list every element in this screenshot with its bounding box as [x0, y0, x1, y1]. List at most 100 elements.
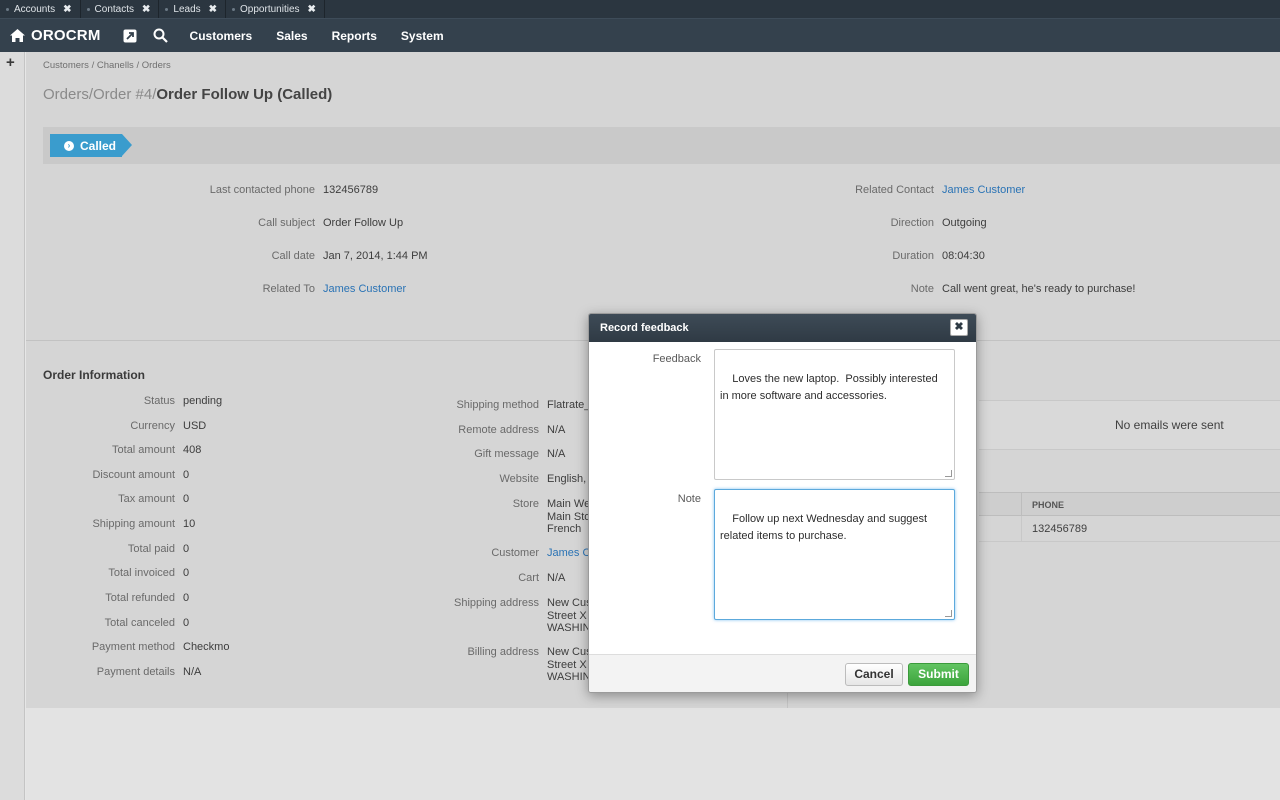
drag-handle-icon — [86, 7, 90, 11]
drag-handle-icon — [232, 7, 236, 11]
close-icon[interactable]: ✖ — [142, 4, 150, 15]
phone-value: 132456789 — [1032, 523, 1088, 535]
close-icon[interactable]: ✖ — [308, 4, 316, 15]
field-label: Payment method — [91, 641, 175, 653]
record-feedback-dialog: Record feedback ✖ Feedback Loves the new… — [588, 313, 977, 693]
title-order-link[interactable]: Order #4 — [93, 86, 152, 103]
field-value: New Cus Street X WASHIN — [547, 646, 592, 683]
field-label: Store — [512, 498, 539, 510]
search-icon[interactable] — [153, 28, 168, 43]
field-value: Order Follow Up — [323, 217, 404, 229]
status-tag: › Called — [50, 134, 132, 157]
pinned-tab-accounts[interactable]: Accounts ✖ — [0, 0, 81, 18]
field-value: pending — [183, 395, 223, 407]
menu-reports[interactable]: Reports — [332, 29, 377, 43]
main-menu: Customers Sales Reports System — [190, 29, 468, 43]
field-value: 08:04:30 — [942, 250, 985, 262]
add-icon[interactable]: + — [6, 54, 15, 71]
field-label: Shipping amount — [92, 518, 175, 530]
close-icon[interactable]: ✖ — [209, 4, 217, 15]
field-value: Call went great, he's ready to purchase! — [942, 283, 1136, 295]
field-value: N/A — [547, 448, 566, 460]
phones-table-header: PHONE — [979, 492, 1280, 517]
field-label: Total refunded — [105, 592, 175, 604]
title-current: Order Follow Up (Called) — [156, 86, 333, 103]
note-textarea[interactable]: Follow up next Wednesday and suggest rel… — [714, 489, 955, 620]
field-value: 10 — [183, 518, 196, 530]
field-value: Flatrate_ — [547, 399, 591, 411]
column-header-phone[interactable]: PHONE — [1032, 500, 1064, 510]
resize-handle-icon[interactable] — [945, 610, 952, 617]
drag-handle-icon — [165, 7, 169, 11]
emails-empty-message: No emails were sent — [1115, 418, 1224, 432]
top-navigation: OROCRM Customers Sales Reports System — [0, 18, 1280, 52]
side-rail: + — [0, 52, 25, 800]
field-value: 0 — [183, 592, 190, 604]
pinned-tabs-bar: Accounts ✖ Contacts ✖ Leads ✖ Opportunit… — [0, 0, 1280, 18]
pinned-tab-contacts[interactable]: Contacts ✖ — [81, 0, 160, 18]
field-value: 0 — [183, 543, 190, 555]
field-label: Gift message — [474, 448, 539, 460]
note-text: Follow up next Wednesday and suggest rel… — [720, 513, 931, 542]
related-contact-link[interactable]: James Customer — [942, 184, 1025, 196]
field-value: Outgoing — [942, 217, 987, 229]
field-label: Shipping address — [453, 597, 539, 609]
field-label: Call subject — [258, 217, 315, 229]
column-divider — [1021, 516, 1022, 542]
feedback-textarea[interactable]: Loves the new laptop. Possibly intereste… — [714, 349, 955, 480]
field-value: N/A — [547, 572, 566, 584]
field-label: Total invoiced — [108, 567, 175, 579]
field-label: Remote address — [458, 424, 539, 436]
field-label: Related To — [262, 283, 315, 295]
field-label: Call date — [271, 250, 315, 262]
breadcrumb[interactable]: Customers / Chanells / Orders — [43, 60, 171, 71]
field-value: Jan 7, 2014, 1:44 PM — [323, 250, 428, 262]
field-label: Total amount — [112, 444, 175, 456]
brand-name: OROCRM — [31, 27, 101, 44]
field-value: New Cus Street X WASHIN — [547, 597, 592, 634]
field-value: Main We Main Sto French — [547, 498, 591, 535]
dialog-title: Record feedback — [600, 322, 689, 334]
field-label: Customer — [491, 547, 539, 559]
submit-button[interactable]: Submit — [908, 663, 969, 686]
note-label: Note — [677, 493, 701, 505]
shortcut-icon[interactable] — [123, 29, 137, 43]
close-icon[interactable]: ✖ — [63, 4, 71, 15]
pinned-tab-label: Leads — [173, 3, 201, 15]
field-label: Last contacted phone — [209, 184, 315, 196]
menu-system[interactable]: System — [401, 29, 444, 43]
field-label: Discount amount — [92, 469, 175, 481]
field-label: Duration — [892, 250, 934, 262]
field-value: 0 — [183, 617, 190, 629]
chevron-right-icon: › — [64, 140, 74, 151]
field-value: 0 — [183, 567, 190, 579]
brand-logo[interactable]: OROCRM — [0, 27, 101, 44]
pinned-tab-leads[interactable]: Leads ✖ — [159, 0, 227, 18]
resize-handle-icon[interactable] — [945, 470, 952, 477]
cancel-button[interactable]: Cancel — [845, 663, 903, 686]
related-to-link[interactable]: James Customer — [323, 283, 406, 295]
pinned-tab-opportunities[interactable]: Opportunities ✖ — [226, 0, 325, 18]
customer-link[interactable]: James C — [547, 547, 590, 559]
page-bottom — [26, 708, 1280, 800]
field-label: Total paid — [127, 543, 175, 555]
drag-handle-icon — [6, 7, 9, 11]
field-label: Payment details — [96, 666, 175, 678]
field-label: Billing address — [467, 646, 539, 658]
close-icon[interactable]: ✖ — [950, 319, 968, 336]
field-value: 408 — [183, 444, 202, 456]
field-label: Total canceled — [104, 617, 175, 629]
status-label: Called — [80, 138, 117, 153]
home-icon — [10, 29, 25, 42]
field-value: English, — [547, 473, 587, 485]
menu-customers[interactable]: Customers — [190, 29, 253, 43]
order-section-title: Order Information — [43, 368, 146, 382]
table-row: 132456789 — [979, 516, 1280, 542]
field-value: 132456789 — [323, 184, 379, 196]
page-title: Orders/Order #4/Order Follow Up (Called) — [43, 86, 332, 103]
menu-sales[interactable]: Sales — [276, 29, 307, 43]
field-value: 0 — [183, 493, 190, 505]
field-label: Direction — [890, 217, 934, 229]
feedback-text: Loves the new laptop. Possibly intereste… — [720, 373, 941, 402]
title-orders-link[interactable]: Orders — [43, 86, 89, 103]
